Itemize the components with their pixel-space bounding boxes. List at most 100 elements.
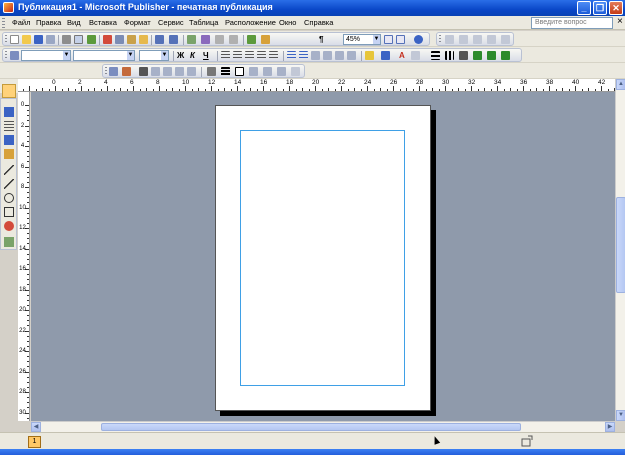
arrow-tool-icon[interactable] (4, 179, 14, 189)
chevron-down-icon[interactable]: ▼ (161, 51, 168, 60)
format-painter-icon[interactable] (139, 35, 148, 44)
menu-format[interactable]: Формат (124, 18, 151, 27)
bold-button[interactable]: Ж (177, 51, 184, 60)
design-gallery-icon[interactable] (4, 237, 14, 247)
close-button[interactable]: ✕ (609, 1, 623, 15)
recolor-icon[interactable] (263, 67, 272, 76)
distribute-icon[interactable] (269, 51, 278, 60)
rotate-icon[interactable] (207, 67, 216, 76)
insert-object-icon[interactable] (187, 35, 196, 44)
italic-button[interactable]: К (190, 51, 195, 60)
paste-icon[interactable] (127, 35, 136, 44)
frame-nav-icon[interactable] (187, 67, 196, 76)
menu-window[interactable]: Окно (279, 18, 296, 27)
fill-color-icon[interactable] (365, 51, 374, 60)
web-home-icon[interactable] (487, 35, 496, 44)
vertical-ruler[interactable]: 0 2 4 6 8 10 12 14 16 18 20 22 24 26 28 30 (18, 92, 30, 421)
menu-view[interactable]: Вид (67, 18, 81, 27)
zoom-in-icon[interactable] (396, 35, 405, 44)
decrease-font-icon[interactable] (335, 51, 344, 60)
spelling-icon[interactable] (87, 35, 96, 44)
style-select[interactable]: ▼ (21, 50, 71, 61)
horizontal-scrollbar[interactable]: ◀ ▶ (31, 421, 615, 432)
next-frame-icon[interactable] (151, 67, 160, 76)
redo-icon[interactable] (169, 35, 178, 44)
scroll-right-icon[interactable]: ▶ (605, 422, 615, 432)
show-formatting-icon[interactable]: ¶ (319, 35, 323, 44)
save-icon[interactable] (34, 35, 43, 44)
send-backward-icon[interactable] (229, 35, 238, 44)
font-size-select[interactable]: ▼ (139, 50, 169, 61)
first-frame-icon[interactable] (163, 67, 172, 76)
maximize-button[interactable]: ❐ (593, 1, 607, 15)
create-link-icon[interactable] (109, 67, 118, 76)
insert-table-tool-icon[interactable] (4, 121, 14, 131)
horizontal-scroll-thumb[interactable] (101, 423, 521, 431)
font-color-button[interactable]: A (399, 51, 405, 60)
toolbar-grip[interactable] (439, 35, 441, 44)
new-icon[interactable] (10, 35, 19, 44)
line-style-icon[interactable] (431, 51, 440, 60)
print-icon[interactable] (62, 35, 71, 44)
menu-table[interactable]: Таблица (189, 18, 218, 27)
align-center-icon[interactable] (233, 51, 242, 60)
toolbar-grip[interactable] (5, 51, 7, 60)
ask-question-input[interactable]: Введите вопрос (531, 17, 613, 29)
web-forward-icon[interactable] (459, 35, 468, 44)
underline-button[interactable]: Ч (203, 51, 209, 60)
insert-picture-icon[interactable] (261, 35, 270, 44)
help-icon[interactable] (414, 35, 423, 44)
numbering-icon[interactable] (287, 51, 296, 60)
line-color-icon[interactable] (381, 51, 390, 60)
align-left-icon[interactable] (221, 51, 230, 60)
vertical-scroll-thumb[interactable] (616, 197, 625, 293)
copy-icon[interactable] (115, 35, 124, 44)
line-tool-icon[interactable] (4, 165, 14, 175)
font-select[interactable]: ▼ (73, 50, 135, 61)
zoom-select[interactable]: 45% ▼ (343, 34, 381, 45)
menu-help[interactable]: Справка (304, 18, 333, 27)
insert-table-icon[interactable] (247, 35, 256, 44)
web-refresh-icon[interactable] (473, 35, 482, 44)
publisher-app-icon[interactable] (3, 2, 14, 13)
menu-insert[interactable]: Вставка (89, 18, 117, 27)
picture-frame-icon[interactable] (235, 67, 244, 76)
scroll-left-icon[interactable]: ◀ (31, 422, 41, 432)
shadow-style-icon[interactable] (473, 51, 482, 60)
break-link-icon[interactable] (122, 67, 131, 76)
font-color-dropdown-icon[interactable] (411, 51, 420, 60)
menu-grip[interactable] (2, 18, 5, 28)
decrease-indent-icon[interactable] (311, 51, 320, 60)
menu-tools[interactable]: Сервис (158, 18, 184, 27)
undo-icon[interactable] (155, 35, 164, 44)
web-back-icon[interactable] (445, 35, 454, 44)
picture-frame-tool-icon[interactable] (4, 149, 14, 159)
menu-file[interactable]: Файл (12, 18, 30, 27)
last-frame-icon[interactable] (175, 67, 184, 76)
oval-tool-icon[interactable] (4, 193, 14, 203)
bring-forward-icon[interactable] (215, 35, 224, 44)
crop-icon[interactable] (249, 67, 258, 76)
toolbar-grip[interactable] (105, 67, 107, 76)
page-navigator-button[interactable]: 1 (28, 436, 41, 448)
search-file-icon[interactable] (46, 35, 55, 44)
wrap-text-icon[interactable] (501, 51, 510, 60)
text-box-icon[interactable] (4, 107, 14, 117)
cut-icon[interactable] (103, 35, 112, 44)
rectangle-tool-icon[interactable] (4, 207, 14, 217)
chevron-down-icon[interactable]: ▼ (63, 51, 70, 60)
increase-indent-icon[interactable] (323, 51, 332, 60)
3d-style-icon[interactable] (487, 51, 496, 60)
wordart-icon[interactable] (4, 135, 14, 145)
web-search-icon[interactable] (501, 35, 510, 44)
vertical-scrollbar[interactable]: ▲ ▼ (615, 79, 625, 421)
autoshapes-icon[interactable] (4, 221, 14, 231)
toolbar-grip[interactable] (5, 35, 7, 44)
minimize-button[interactable]: _ (577, 1, 591, 15)
scroll-up-icon[interactable]: ▲ (616, 79, 625, 90)
close-document-icon[interactable]: × (617, 16, 623, 27)
scroll-down-icon[interactable]: ▼ (616, 410, 625, 421)
increase-font-icon[interactable] (347, 51, 356, 60)
transparency-icon[interactable] (277, 67, 286, 76)
chevron-down-icon[interactable]: ▼ (127, 51, 134, 60)
